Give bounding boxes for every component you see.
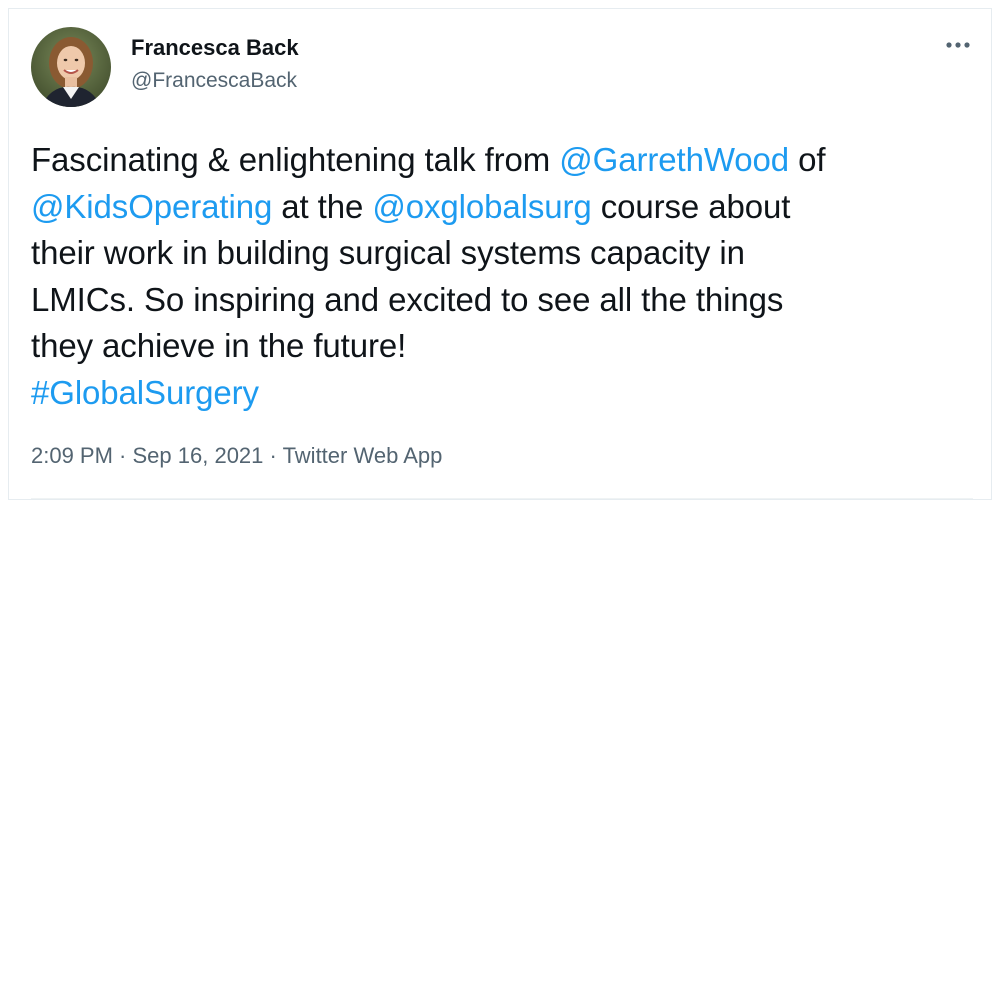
tweet-text-segment: of: [789, 141, 826, 178]
mention-link[interactable]: @KidsOperating: [31, 188, 272, 225]
tweet-time[interactable]: 2:09 PM: [31, 443, 113, 468]
tweet-text-segment: their work in building surgical systems …: [31, 234, 745, 271]
mention-link[interactable]: @GarrethWood: [559, 141, 789, 178]
tweet-line: their work in building surgical systems …: [31, 230, 981, 277]
meta-separator: ·: [112, 443, 133, 468]
tweet-line: LMICs. So inspiring and excited to see a…: [31, 277, 981, 324]
author-display-name[interactable]: Francesca Back: [131, 35, 299, 61]
author-handle[interactable]: @FrancescaBack: [131, 69, 297, 93]
tweet-text: Fascinating & enlightening talk from @Ga…: [31, 137, 981, 416]
tweet-text-segment: they achieve in the future!: [31, 327, 407, 364]
tweet-text-segment: course about: [591, 187, 791, 225]
tweet-text-segment: LMICs. So inspiring and excited to see a…: [31, 280, 784, 318]
tweet-line: Fascinating & enlightening talk from @Ga…: [31, 137, 981, 184]
more-options-icon: [946, 42, 970, 48]
hashtag-link[interactable]: #GlobalSurgery: [31, 374, 259, 411]
avatar-photo: [31, 27, 111, 107]
tweet-source[interactable]: Twitter Web App: [283, 443, 443, 468]
more-options-button[interactable]: [941, 35, 975, 55]
tweet-line: they achieve in the future!: [31, 323, 981, 370]
avatar[interactable]: [31, 27, 111, 107]
tweet-date[interactable]: Sep 16, 2021: [133, 443, 264, 468]
meta-separator: ·: [263, 443, 283, 468]
tweet-line: @KidsOperating at the @oxglobalsurg cour…: [31, 184, 981, 231]
tweet-text-segment: Fascinating & enlightening talk from: [31, 141, 560, 178]
tweet-metadata: 2:09 PM · Sep 16, 2021 · Twitter Web App: [31, 443, 442, 469]
divider: [31, 498, 973, 499]
tweet-card: Francesca Back @FrancescaBack Fascinatin…: [8, 8, 992, 500]
tweet-text-segment: at the: [272, 187, 373, 225]
tweet-line: #GlobalSurgery: [31, 370, 981, 417]
mention-link[interactable]: @oxglobalsurg: [372, 188, 591, 225]
